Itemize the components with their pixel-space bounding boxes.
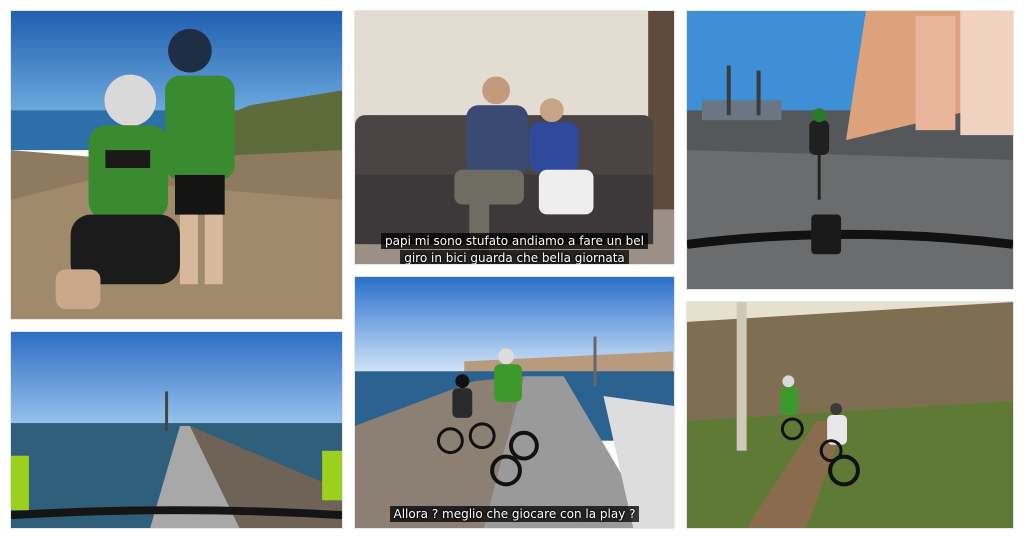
subtitle-caption: Allora ? meglio che giocare con la play …	[355, 506, 674, 523]
subtitle-text: papi mi sono stufato andiamo a fare un b…	[380, 233, 648, 264]
photo-forest-trail	[686, 301, 1014, 529]
photo-sofa-scene: papi mi sono stufato andiamo a fare un b…	[354, 10, 675, 265]
photo-promenade-ride	[686, 10, 1014, 290]
photo-pier-pov	[10, 331, 343, 529]
subtitle-text: Allora ? meglio che giocare con la play …	[389, 506, 640, 522]
photo-coast-riders	[10, 10, 343, 320]
photo-pier-riders: Allora ? meglio che giocare con la play …	[354, 276, 675, 529]
subtitle-caption: papi mi sono stufato andiamo a fare un b…	[355, 233, 674, 264]
